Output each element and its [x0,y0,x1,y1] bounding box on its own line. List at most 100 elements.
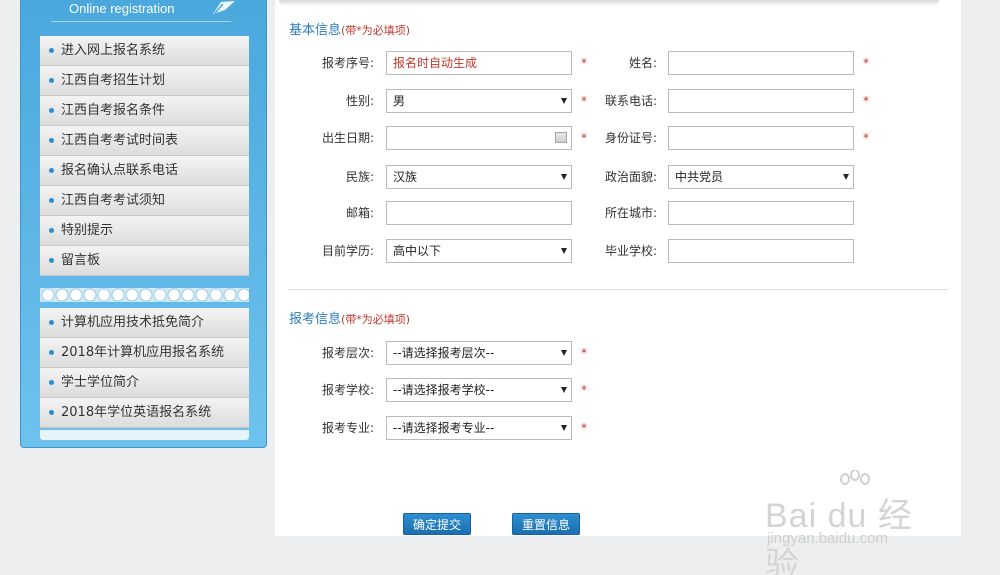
calendar-icon[interactable] [555,132,567,143]
birth-label: 出生日期: [321,131,374,145]
sidebar-footer [40,430,249,440]
politics-value: 中共党员 [675,170,724,184]
major-select[interactable]: --请选择报考专业-- [386,416,572,440]
birth-date-input[interactable] [386,126,572,150]
sidebar-item-message-board[interactable]: 留言板 [40,246,249,276]
chevron-down-icon [561,350,567,356]
sidebar-item-online-signup[interactable]: 进入网上报名系统 [40,36,249,66]
level-select[interactable]: --请选择报考层次-- [386,341,572,365]
sidebar-item-signup-conditions[interactable]: 江西自考报名条件 [40,96,249,126]
sidebar-item-computer-signup[interactable]: 2018年计算机应用报名系统 [40,338,249,368]
required-star: * [863,56,869,70]
sidebar-item-special-tips[interactable]: 特别提示 [40,216,249,246]
bullet-icon [49,138,54,143]
sidebar-header: Online registration [21,0,266,22]
name-input[interactable] [668,51,854,75]
sidebar-item-label: 学士学位简介 [61,375,140,390]
reset-button[interactable]: 重置信息 [512,513,580,535]
school-input[interactable] [668,239,854,263]
school-label: 毕业学校: [604,244,657,258]
sidebar-item-label: 江西自考招生计划 [61,73,166,88]
sidebar-item-label: 特别提示 [61,223,114,238]
sidebar-item-enrollment-plan[interactable]: 江西自考招生计划 [40,66,249,96]
sidebar-item-label: 留言板 [61,253,101,268]
city-input[interactable] [668,201,854,225]
level-value: --请选择报考层次-- [393,346,495,360]
gender-value: 男 [393,94,406,108]
sidebar-item-contact-phones[interactable]: 报名确认点联系电话 [40,156,249,186]
phone-label: 联系电话: [604,94,657,108]
bullet-icon [49,410,54,415]
bullet-icon [49,380,54,385]
sidebar-item-label: 进入网上报名系统 [61,43,166,58]
id-input[interactable] [668,126,854,150]
education-value: 高中以下 [393,244,442,258]
politics-label: 政治面貌: [604,170,657,184]
sidebar-item-exam-schedule[interactable]: 江西自考考试时间表 [40,126,249,156]
exam-school-select[interactable]: --请选择报考学校-- [386,378,572,402]
chevron-down-icon [843,174,849,180]
bullet-icon [49,78,54,83]
decorative-beads-divider [40,288,249,302]
exam-no-label: 报考序号: [321,56,374,70]
ethnicity-label: 民族: [345,170,374,184]
registration-form: 基本信息(带*为必填项) 报考序号: 报名时自动生成 * 姓名: * 性别: 男… [275,0,961,536]
education-select[interactable]: 高中以下 [386,239,572,263]
bullet-icon [49,198,54,203]
sidebar-item-label: 江西自考考试须知 [61,193,166,208]
bullet-icon [49,350,54,355]
pen-logo-icon [213,1,235,14]
sidebar-item-exam-notice[interactable]: 江西自考考试须知 [40,186,249,216]
gender-select[interactable]: 男 [386,89,572,113]
chevron-down-icon [561,387,567,393]
sidebar-title: Online registration [69,1,175,16]
required-star: * [863,94,869,108]
id-label: 身份证号: [604,131,657,145]
sidebar-menu-main: 进入网上报名系统 江西自考招生计划 江西自考报名条件 江西自考考试时间表 报名确… [40,36,249,276]
required-star: * [581,421,587,435]
chevron-down-icon [561,425,567,431]
sidebar: Online registration 进入网上报名系统 江西自考招生计划 江西… [20,0,267,448]
exam-no-field: 报名时自动生成 [386,51,572,75]
email-label: 邮箱: [345,206,374,220]
bullet-icon [49,320,54,325]
education-label: 目前学历: [321,244,374,258]
major-label: 报考专业: [321,421,374,435]
baidu-watermark: Bai du 经验 jingyan.baidu.com [765,470,945,575]
required-star: * [863,131,869,145]
top-shadow [279,0,939,6]
major-value: --请选择报考专业-- [393,421,495,435]
politics-select[interactable]: 中共党员 [668,165,854,189]
sidebar-item-bachelor-intro[interactable]: 学士学位简介 [40,368,249,398]
required-note: (带*为必填项) [341,313,411,326]
bullet-icon [49,48,54,53]
basic-info-title: 基本信息(带*为必填项) [289,19,410,38]
sidebar-menu-extra: 计算机应用技术抵免简介 2018年计算机应用报名系统 学士学位简介 2018年学… [40,308,249,428]
exam-school-value: --请选择报考学校-- [393,383,495,397]
sidebar-item-label: 江西自考考试时间表 [61,133,179,148]
sidebar-item-degree-english-signup[interactable]: 2018年学位英语报名系统 [40,398,249,428]
bullet-icon [49,168,54,173]
section-title-text: 报考信息 [289,312,342,327]
email-input[interactable] [386,201,572,225]
ethnicity-value: 汉族 [393,170,418,184]
required-star: * [581,346,587,360]
ethnicity-select[interactable]: 汉族 [386,165,572,189]
sidebar-item-label: 2018年学位英语报名系统 [61,405,212,420]
bullet-icon [49,258,54,263]
sidebar-item-label: 2018年计算机应用报名系统 [61,345,225,360]
exam-info-title: 报考信息(带*为必填项) [289,308,410,327]
name-label: 姓名: [628,56,657,70]
watermark-url: jingyan.baidu.com [767,530,888,547]
exam-school-label: 报考学校: [321,383,374,397]
section-title-text: 基本信息 [289,23,342,38]
sidebar-item-label: 报名确认点联系电话 [61,163,179,178]
submit-button[interactable]: 确定提交 [403,513,471,535]
sidebar-item-label: 江西自考报名条件 [61,103,166,118]
bullet-icon [49,228,54,233]
bullet-icon [49,108,54,113]
phone-input[interactable] [668,89,854,113]
sidebar-item-computer-exemption[interactable]: 计算机应用技术抵免简介 [40,308,249,338]
gender-label: 性别: [345,94,374,108]
sidebar-item-label: 计算机应用技术抵免简介 [61,315,205,330]
